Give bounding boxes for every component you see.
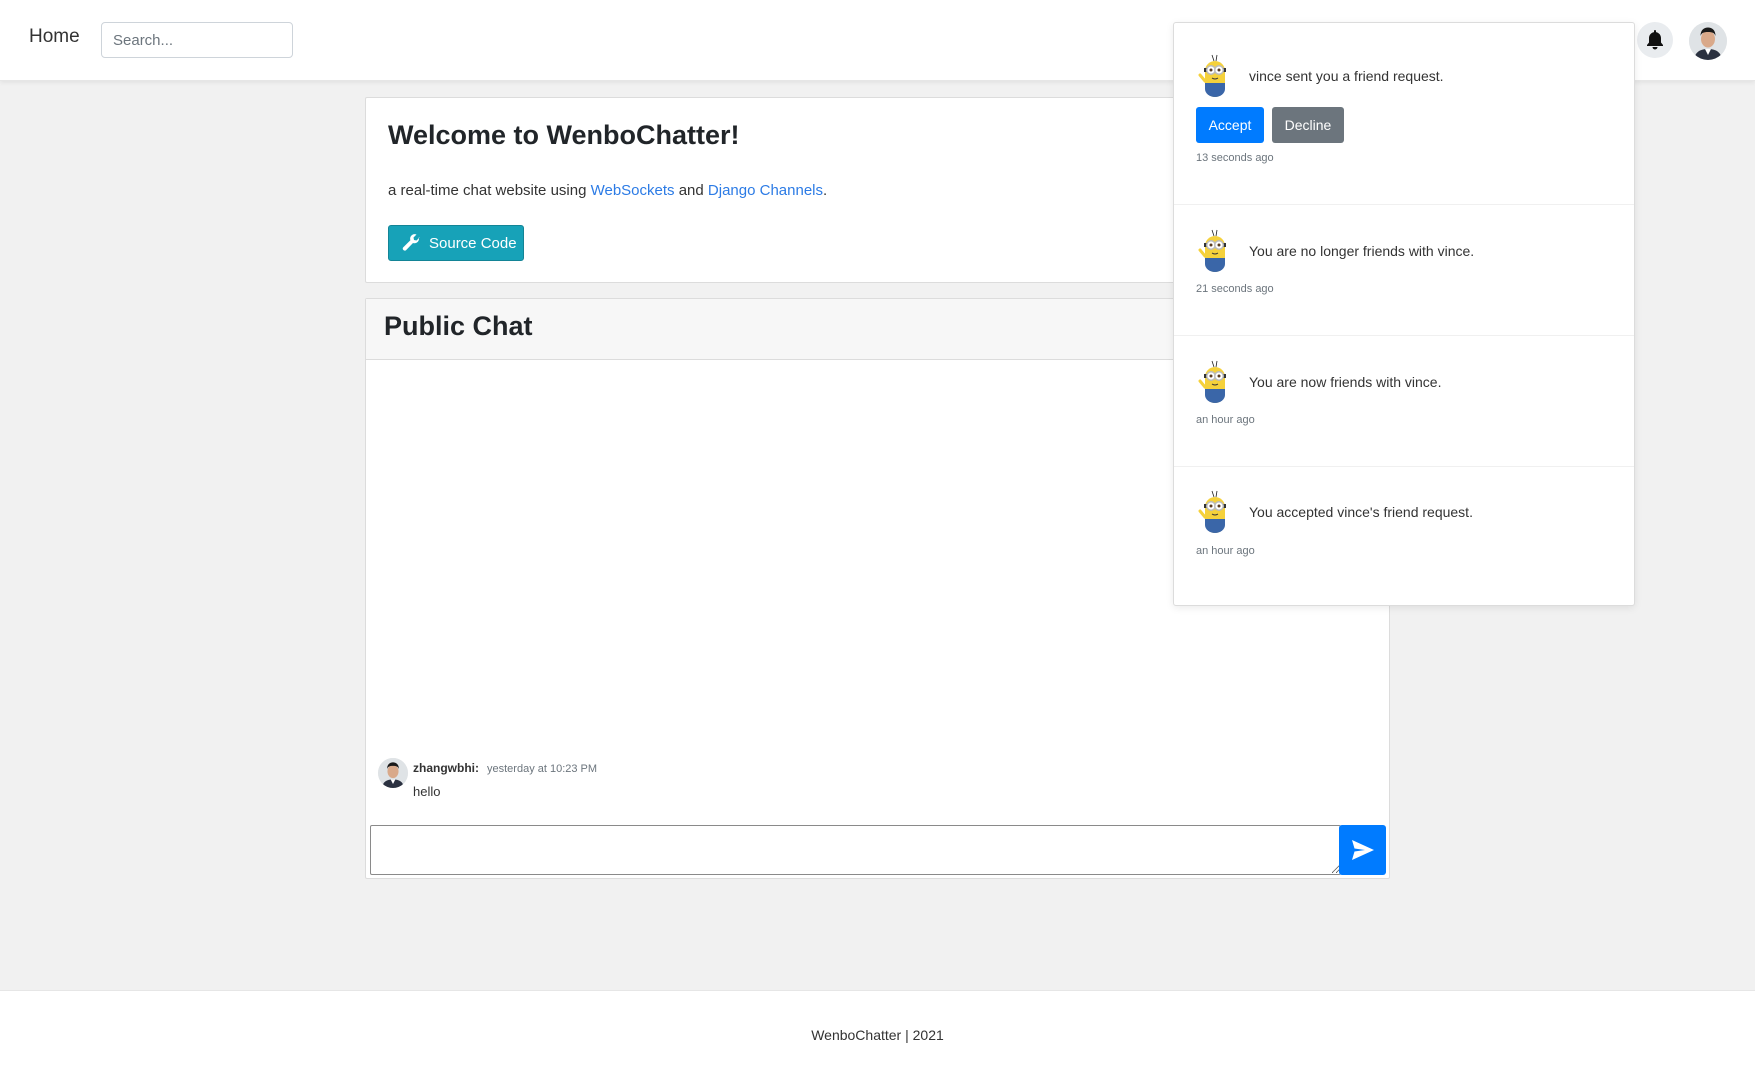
notification-time: an hour ago — [1196, 545, 1255, 557]
decline-friend-request-button[interactable]: Decline — [1272, 107, 1344, 143]
description-prefix: a real-time chat website using — [388, 182, 591, 199]
notification-item[interactable]: You accepted vince's friend request. an … — [1174, 467, 1634, 598]
notification-time: 13 seconds ago — [1196, 152, 1274, 164]
notification-item[interactable]: You are now friends with vince. an hour … — [1174, 336, 1634, 467]
notification-item: vince sent you a friend request. Accept … — [1174, 23, 1634, 205]
message-text: hello — [413, 784, 441, 799]
minion-avatar-icon — [1198, 490, 1226, 533]
chat-message: zhangwbhi: yesterday at 10:23 PM hello — [378, 758, 978, 808]
notification-text: You accepted vince's friend request. — [1249, 504, 1473, 520]
page-footer: WenboChatter | 2021 — [0, 990, 1755, 1082]
chat-title: Public Chat — [384, 311, 533, 341]
notification-text: You are no longer friends with vince. — [1249, 243, 1475, 259]
notification-time: 21 seconds ago — [1196, 283, 1274, 295]
description-suffix: . — [823, 182, 828, 199]
django-channels-link[interactable]: Django Channels — [708, 182, 823, 199]
source-code-label: Source Code — [429, 234, 517, 252]
notifications-dropdown: vince sent you a friend request. Accept … — [1173, 22, 1635, 606]
profile-photo-icon — [1689, 22, 1727, 60]
welcome-description: a real-time chat website using WebSocket… — [388, 182, 827, 199]
message-username[interactable]: zhangwbhi: — [413, 761, 479, 775]
search-input[interactable] — [101, 22, 293, 58]
source-code-button[interactable]: Source Code — [388, 225, 524, 261]
websockets-link[interactable]: WebSockets — [591, 182, 675, 199]
notifications-button[interactable] — [1637, 22, 1673, 58]
welcome-title: Welcome to WenboChatter! — [388, 120, 740, 150]
minion-avatar-icon — [1198, 360, 1226, 403]
home-link[interactable]: Home — [29, 26, 80, 48]
paper-plane-icon — [1351, 840, 1374, 860]
minion-avatar-icon — [1198, 229, 1226, 272]
send-button[interactable] — [1339, 825, 1386, 875]
notification-text: vince sent you a friend request. — [1249, 68, 1444, 84]
description-and: and — [674, 182, 708, 199]
notification-text: You are now friends with vince. — [1249, 374, 1442, 390]
message-timestamp: yesterday at 10:23 PM — [487, 763, 598, 775]
chat-message-input[interactable] — [370, 825, 1341, 875]
notification-time: an hour ago — [1196, 414, 1255, 426]
footer-text: WenboChatter | 2021 — [811, 1027, 944, 1043]
minion-avatar-icon — [1198, 54, 1226, 97]
user-avatar[interactable] — [1689, 22, 1727, 60]
accept-friend-request-button[interactable]: Accept — [1196, 107, 1264, 143]
bell-icon — [1647, 30, 1663, 50]
profile-photo-icon — [378, 758, 408, 788]
notification-item[interactable]: You are no longer friends with vince. 21… — [1174, 205, 1634, 336]
wrench-icon — [402, 234, 420, 251]
message-avatar[interactable] — [378, 758, 408, 788]
